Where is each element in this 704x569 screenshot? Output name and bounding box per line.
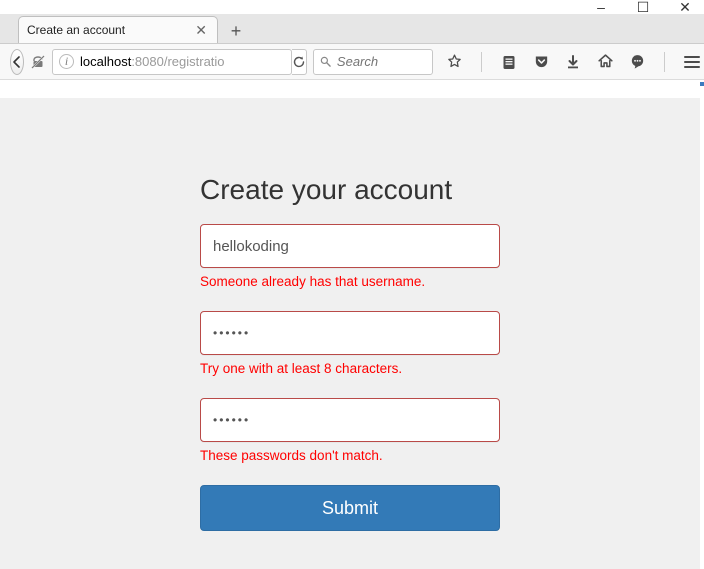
- search-icon: [320, 55, 331, 68]
- toolbar-icon-group: [445, 52, 701, 72]
- home-icon[interactable]: [596, 53, 614, 71]
- tab-title: Create an account: [27, 23, 193, 37]
- window-maximize-button[interactable]: ☐: [636, 0, 650, 14]
- reload-button[interactable]: [292, 49, 307, 75]
- confirm-password-field[interactable]: ••••••: [200, 398, 500, 442]
- hamburger-icon: [684, 56, 700, 68]
- confirm-password-error: These passwords don't match.: [200, 448, 500, 463]
- password-mask: ••••••: [213, 326, 250, 340]
- site-identity-button[interactable]: [30, 54, 46, 70]
- new-tab-button[interactable]: +: [222, 19, 250, 43]
- page-info-icon[interactable]: i: [59, 54, 74, 69]
- registration-form: Create your account Someone already has …: [200, 98, 500, 531]
- username-field[interactable]: [200, 224, 500, 268]
- url-text: localhost:8080/registratio: [80, 54, 225, 69]
- page-viewport: Create your account Someone already has …: [0, 80, 704, 569]
- password-field[interactable]: ••••••: [200, 311, 500, 355]
- search-bar[interactable]: [313, 49, 433, 75]
- reading-list-icon[interactable]: [500, 53, 518, 71]
- search-input[interactable]: [337, 54, 426, 69]
- page-heading: Create your account: [200, 174, 500, 206]
- arrow-left-icon: [11, 56, 23, 68]
- submit-button[interactable]: Submit: [200, 485, 500, 531]
- username-error: Someone already has that username.: [200, 274, 500, 289]
- page-background: Create your account Someone already has …: [0, 98, 700, 569]
- menu-button[interactable]: [683, 53, 701, 71]
- toolbar-separator: [481, 52, 482, 72]
- browser-tab[interactable]: Create an account ✕: [18, 16, 218, 43]
- pocket-icon[interactable]: [532, 53, 550, 71]
- bookmark-star-icon[interactable]: [445, 53, 463, 71]
- lock-slash-icon: [30, 54, 46, 70]
- toolbar-separator: [664, 52, 665, 72]
- window-close-button[interactable]: ✕: [678, 0, 692, 14]
- reload-icon: [292, 55, 306, 69]
- scroll-indicator: [700, 82, 704, 86]
- address-bar[interactable]: i localhost:8080/registratio: [52, 49, 292, 75]
- confirm-password-mask: ••••••: [213, 413, 250, 427]
- downloads-icon[interactable]: [564, 53, 582, 71]
- tab-close-button[interactable]: ✕: [193, 23, 209, 37]
- browser-toolbar: i localhost:8080/registratio: [0, 44, 704, 80]
- window-titlebar: – ☐ ✕: [0, 0, 704, 14]
- tab-strip: Create an account ✕ +: [0, 14, 704, 44]
- chat-icon[interactable]: [628, 53, 646, 71]
- username-input[interactable]: [213, 238, 487, 255]
- back-button[interactable]: [10, 49, 24, 75]
- window-minimize-button[interactable]: –: [594, 0, 608, 14]
- password-error: Try one with at least 8 characters.: [200, 361, 500, 376]
